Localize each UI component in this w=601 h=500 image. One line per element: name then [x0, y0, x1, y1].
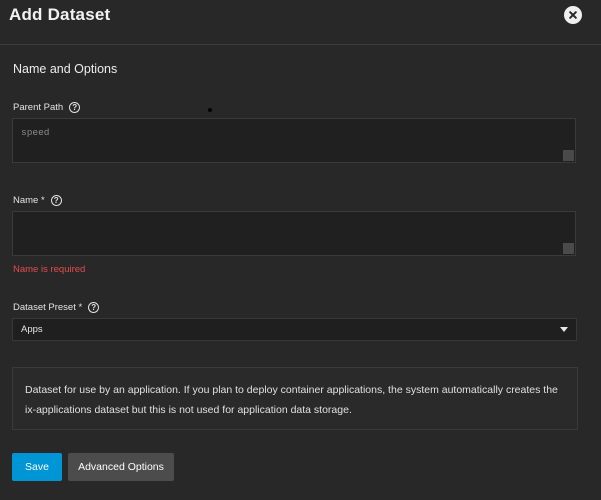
- help-icon[interactable]: [88, 302, 100, 313]
- help-icon[interactable]: [50, 195, 62, 206]
- help-icon[interactable]: [69, 102, 81, 113]
- resize-handle[interactable]: [563, 150, 574, 161]
- name-label: Name *: [13, 195, 62, 206]
- resize-handle[interactable]: [563, 243, 574, 254]
- section-title: Name and Options: [13, 62, 118, 76]
- dialog-title: Add Dataset: [9, 5, 111, 24]
- dialog-header: Add Dataset: [0, 0, 601, 45]
- parent-path-value: speed: [21, 127, 50, 138]
- parent-path-field[interactable]: speed: [12, 118, 576, 163]
- dataset-preset-label-text: Dataset Preset *: [13, 302, 83, 313]
- close-icon[interactable]: [564, 6, 582, 24]
- mouse-cursor-dot: [208, 108, 212, 112]
- dataset-preset-label: Dataset Preset *: [13, 302, 100, 313]
- parent-path-label: Parent Path: [13, 102, 81, 113]
- preset-description-text: Dataset for use by an application. If yo…: [25, 384, 558, 416]
- chevron-down-icon: [560, 327, 568, 332]
- name-label-text: Name *: [13, 195, 45, 206]
- dataset-preset-select[interactable]: Apps: [12, 318, 577, 341]
- name-error-message: Name is required: [13, 264, 86, 275]
- parent-path-label-text: Parent Path: [13, 102, 64, 113]
- name-field[interactable]: [12, 211, 576, 256]
- dataset-preset-value: Apps: [21, 324, 43, 335]
- preset-description-box: Dataset for use by an application. If yo…: [12, 367, 578, 430]
- advanced-options-button[interactable]: Advanced Options: [68, 453, 174, 481]
- save-button[interactable]: Save: [12, 453, 62, 481]
